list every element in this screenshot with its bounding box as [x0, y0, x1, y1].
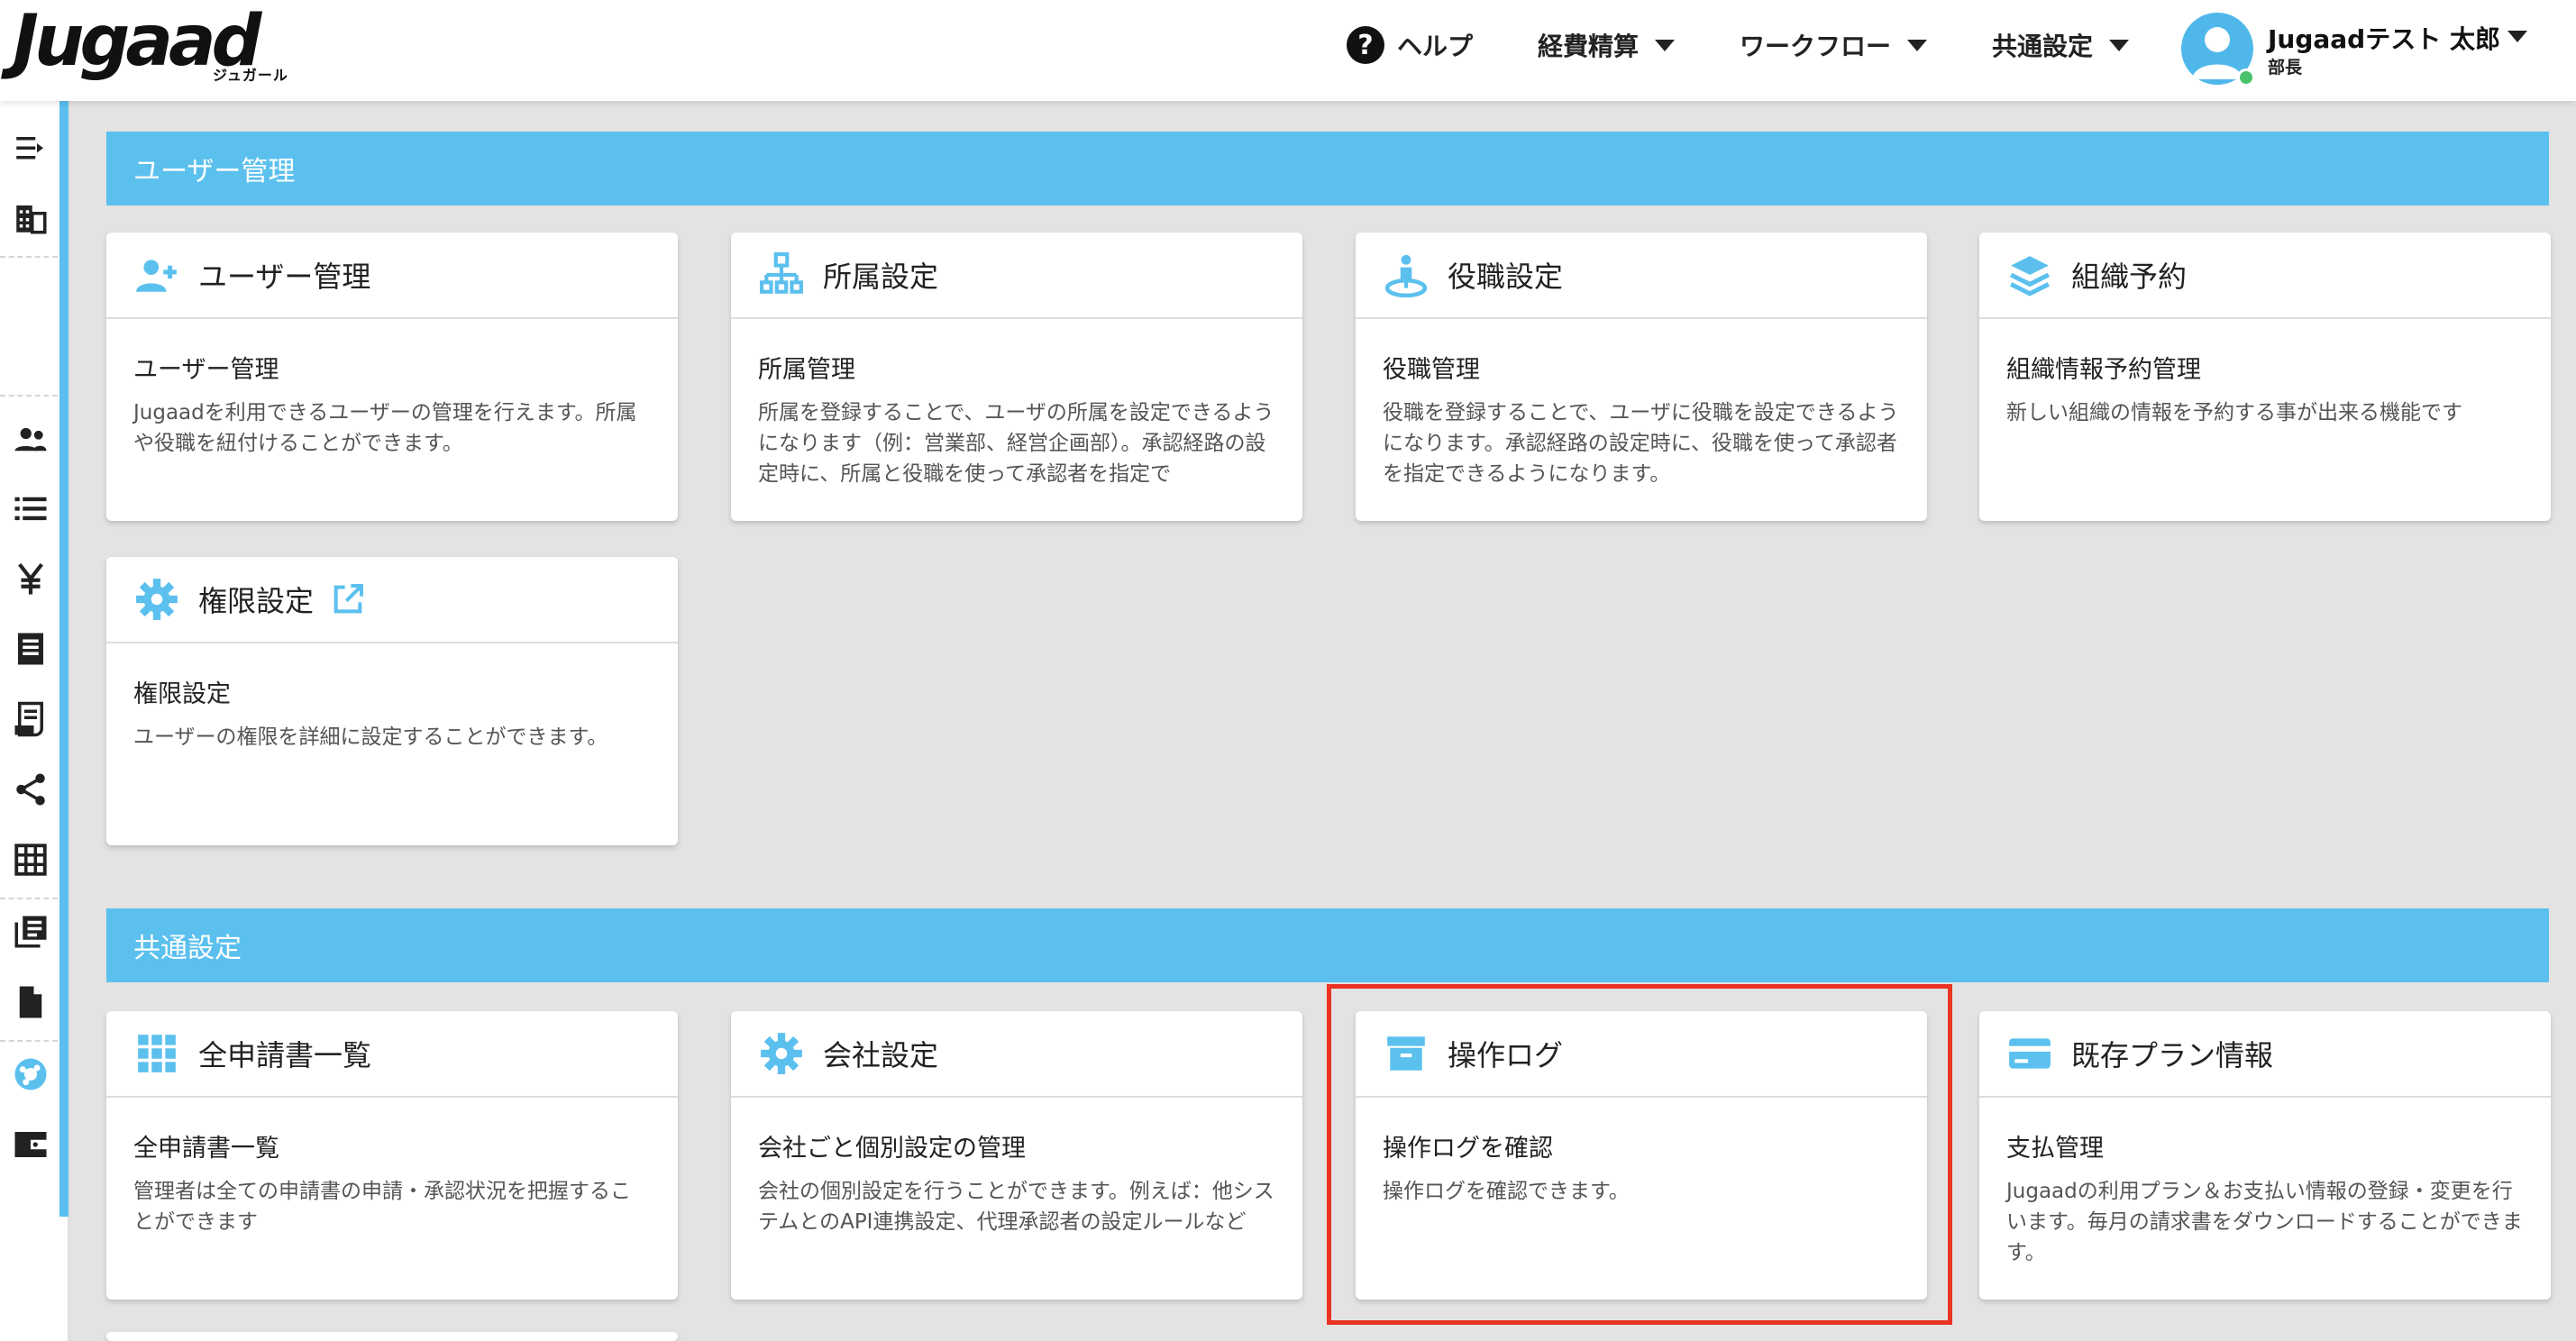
- caret-down-icon: [1907, 39, 1928, 51]
- sidebar-table-icon[interactable]: [9, 838, 52, 881]
- sidebar-divider: [0, 898, 58, 899]
- card-description: 所属を登録することで、ユーザの所属を設定できるようになります（例：営業部、経営企…: [758, 401, 1274, 486]
- section-header-user-management: ユーザー管理: [106, 132, 2549, 205]
- card-partial[interactable]: [106, 1332, 678, 1341]
- caret-down-icon: [2109, 39, 2130, 51]
- card-subtitle: ユーザー管理: [133, 356, 279, 384]
- nav-common-settings-menu[interactable]: 共通設定: [1992, 0, 2130, 90]
- archive-icon: [1381, 1028, 1431, 1079]
- card-title: 全申請書一覧: [198, 1038, 372, 1072]
- card-title: 組織予約: [2071, 260, 2188, 294]
- sidebar-document-icon[interactable]: [9, 981, 52, 1024]
- add-user-icon: [132, 250, 182, 300]
- layers-icon: [2005, 250, 2055, 300]
- card-department-settings[interactable]: 所属設定 所属管理 所属を登録することで、ユーザの所属を設定できるようになります…: [731, 233, 1302, 521]
- jugaad-logo[interactable]: Jugaad ジュガール: [13, 4, 292, 90]
- card-subtitle: 役職管理: [1383, 356, 1480, 384]
- card-description: Jugaadの利用プラン＆お支払い情報の登録・変更を行います。毎月の請求書をダウ…: [2006, 1180, 2523, 1264]
- card-position-settings[interactable]: 役職設定 役職管理 役職を登録することで、ユーザに役職を設定できるようになります…: [1356, 233, 1927, 521]
- user-name: Jugaadテスト 太郎: [2268, 24, 2500, 54]
- sidebar-yen-icon[interactable]: [9, 557, 52, 600]
- card-title: 役職設定: [1448, 260, 1564, 294]
- card-title: 既存プラン情報: [2071, 1038, 2274, 1072]
- nav-expense-menu[interactable]: 経費精算: [1538, 0, 1676, 90]
- sidebar-library-icon[interactable]: [9, 910, 52, 953]
- sidebar-share-icon[interactable]: [9, 768, 52, 811]
- sidebar-expand-icon[interactable]: [9, 128, 52, 171]
- card-subtitle: 会社ごと個別設定の管理: [758, 1135, 1026, 1163]
- card-existing-plan-info[interactable]: 既存プラン情報 支払管理 Jugaadの利用プラン＆お支払い情報の登録・変更を行…: [1979, 1011, 2551, 1300]
- online-status-icon: [2237, 68, 2255, 87]
- card-description: 管理者は全ての申請書の申請・承認状況を把握することができます: [133, 1180, 631, 1234]
- user-role: 部長: [2268, 58, 2303, 78]
- card-company-settings[interactable]: 会社設定 会社ごと個別設定の管理 会社の個別設定を行うことができます。例えば：他…: [731, 1011, 1302, 1300]
- card-title: 会社設定: [823, 1038, 939, 1072]
- card-description: 新しい組織の情報を予約する事が出来る機能です: [2006, 401, 2462, 424]
- nav-workflow-menu[interactable]: ワークフロー: [1740, 0, 1928, 90]
- card-subtitle: 支払管理: [2006, 1135, 2104, 1163]
- org-chart-icon: [756, 250, 807, 300]
- sidebar-users-icon[interactable]: [9, 418, 52, 461]
- nav-common-label: 共通設定: [1992, 32, 2094, 61]
- sidebar-settings-icon[interactable]: [9, 1053, 52, 1096]
- card-permission-settings[interactable]: 権限設定 権限設定 ユーザーの権限を詳細に設定することができます。: [106, 557, 678, 845]
- sidebar-receipt-icon[interactable]: [9, 627, 52, 670]
- card-operation-log[interactable]: 操作ログ 操作ログを確認 操作ログを確認できます。: [1356, 1011, 1927, 1300]
- sidebar-invoice-icon[interactable]: [9, 698, 52, 741]
- help-icon: ?: [1347, 26, 1384, 64]
- card-user-management[interactable]: ユーザー管理 ユーザー管理 Jugaadを利用できるユーザーの管理を行えます。所…: [106, 233, 678, 521]
- sidebar-scrollbar[interactable]: [59, 101, 69, 1217]
- section-header-common-settings: 共通設定: [106, 908, 2549, 982]
- caret-down-icon: [1655, 39, 1676, 51]
- person-pin-icon: [1381, 250, 1431, 300]
- credit-card-icon: [2005, 1028, 2055, 1079]
- sidebar-list-icon[interactable]: [9, 487, 52, 530]
- card-subtitle: 全申請書一覧: [133, 1135, 279, 1163]
- sidebar-divider: [0, 256, 58, 258]
- card-all-applications[interactable]: 全申請書一覧 全申請書一覧 管理者は全ての申請書の申請・承認状況を把握することが…: [106, 1011, 678, 1300]
- user-menu[interactable]: Jugaadテスト 太郎 部長: [2181, 11, 2560, 88]
- card-subtitle: 所属管理: [758, 356, 855, 384]
- gear-icon: [132, 574, 182, 625]
- card-title: 所属設定: [823, 260, 939, 294]
- card-description: 操作ログを確認できます。: [1383, 1180, 1630, 1203]
- grid-icon: [132, 1028, 182, 1079]
- nav-expense-label: 経費精算: [1538, 32, 1640, 61]
- sidebar-wallet-icon[interactable]: [9, 1123, 52, 1166]
- help-link[interactable]: ? ヘルプ: [1347, 0, 1473, 90]
- sidebar-divider: [0, 395, 58, 397]
- card-subtitle: 権限設定: [133, 680, 231, 708]
- external-link-icon[interactable]: [330, 581, 366, 617]
- card-description: 会社の個別設定を行うことができます。例えば：他システムとのAPI連携設定、代理承…: [758, 1180, 1274, 1234]
- help-label: ヘルプ: [1397, 32, 1474, 61]
- sidebar-building-icon[interactable]: [9, 196, 52, 240]
- card-title: 権限設定: [198, 584, 315, 618]
- card-title: ユーザー管理: [198, 260, 371, 294]
- top-header: Jugaad ジュガール ? ヘルプ 経費精算 ワークフロー 共通設定 Juga…: [0, 0, 2576, 101]
- sidebar: [0, 101, 70, 1341]
- card-subtitle: 操作ログを確認: [1383, 1135, 1553, 1163]
- card-description: Jugaadを利用できるユーザーの管理を行えます。所属や役職を紐付けることができ…: [133, 401, 637, 455]
- card-description: 役職を登録することで、ユーザに役職を設定できるようになります。承認経路の設定時に…: [1383, 401, 1899, 486]
- gear-icon: [756, 1028, 807, 1079]
- sidebar-divider: [0, 1040, 58, 1042]
- nav-workflow-label: ワークフロー: [1740, 32, 1892, 61]
- card-description: ユーザーの権限を詳細に設定することができます。: [133, 725, 608, 749]
- logo-subtitle: ジュガール: [213, 67, 288, 84]
- card-subtitle: 組織情報予約管理: [2006, 356, 2201, 384]
- card-organization-reservation[interactable]: 組織予約 組織情報予約管理 新しい組織の情報を予約する事が出来る機能です: [1979, 233, 2551, 521]
- card-title: 操作ログ: [1448, 1038, 1564, 1072]
- caret-down-icon: [2507, 31, 2527, 42]
